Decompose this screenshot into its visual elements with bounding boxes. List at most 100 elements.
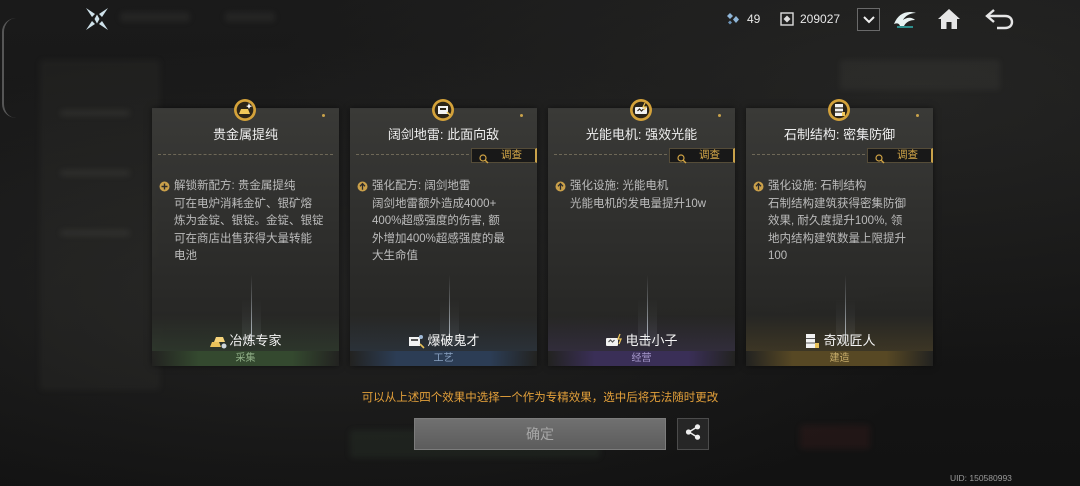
card-title: 贵金属提纯	[212, 127, 278, 142]
crossed-blades-logo-icon[interactable]	[85, 7, 109, 31]
background-blur-panel	[60, 110, 130, 116]
wave-emblem-icon[interactable]	[892, 8, 918, 30]
card-corner-dot	[916, 114, 919, 117]
card-corner-dot	[322, 114, 325, 117]
background-blur-panel	[840, 60, 1000, 90]
user-id-label: UID: 150580993	[950, 473, 1012, 483]
light-beam	[647, 275, 648, 341]
background-blur-panel	[120, 12, 190, 22]
talent-name: 电击小子	[625, 333, 678, 348]
background-blur-panel	[800, 425, 870, 449]
talent-title: 冶炼专家	[152, 333, 339, 349]
background-blur-panel	[225, 12, 275, 22]
category-strip: 工艺	[350, 351, 537, 366]
builder-icon	[803, 333, 821, 349]
effect-header: 强化配方: 阔剑地雷	[372, 180, 471, 192]
electric-icon	[605, 333, 623, 349]
category-strip: 经营	[548, 351, 735, 366]
effect-description: 解锁新配方: 贵金属提纯 可在电炉消耗金矿、银矿熔 炼为金锭、银锭。金锭、银锭 …	[152, 178, 339, 266]
card-title: 石制结构: 密集防御	[783, 127, 896, 142]
effect-line: 石制结构建筑获得密集防御	[768, 197, 906, 210]
card-corner-dot	[718, 114, 721, 117]
effect-line: 100	[768, 250, 788, 262]
effect-header: 强化设施: 石制结构	[768, 180, 867, 192]
effect-description: 强化设施: 石制结构 石制结构建筑获得密集防御 效果, 耐久度提升100%, 领…	[746, 178, 933, 266]
crystal-cluster-icon	[726, 12, 740, 26]
background-blur-panel	[60, 230, 130, 236]
crystal-count: 49	[747, 12, 761, 26]
cube-token-icon	[780, 12, 794, 26]
investigate-button[interactable]: 调查	[471, 148, 537, 163]
resource-dropdown-button[interactable]	[857, 8, 880, 31]
card-divider	[752, 154, 865, 155]
effect-description: 强化配方: 阔剑地雷 阔剑地雷额外造成4000+ 400%超感强度的伤害, 额 …	[350, 178, 537, 266]
effect-line: 可在电炉消耗金矿、银矿熔	[174, 197, 312, 210]
investigate-button[interactable]: 调查	[867, 148, 933, 163]
card-title: 阔剑地雷: 此面向敌	[387, 127, 500, 142]
upgrade-arrow-icon	[753, 181, 764, 192]
card-divider	[356, 154, 469, 155]
light-beam	[251, 275, 252, 341]
unlock-plus-icon	[159, 181, 170, 192]
effect-line: 大生命值	[372, 250, 418, 262]
category-label: 建造	[829, 353, 850, 364]
gold-ingot-badge-icon	[233, 98, 257, 122]
card-divider	[158, 154, 333, 155]
share-icon	[684, 423, 702, 446]
effect-line: 400%超感强度的伤害, 额	[372, 215, 500, 227]
share-button[interactable]	[677, 418, 709, 450]
search-icon	[479, 151, 489, 163]
talent-name: 冶炼专家	[229, 333, 282, 348]
talent-title: 电击小子	[548, 333, 735, 349]
effect-line: 阔剑地雷额外造成4000+	[372, 197, 497, 210]
demolition-icon	[407, 333, 426, 349]
talent-title: 奇观匠人	[746, 333, 933, 349]
home-icon[interactable]	[937, 8, 961, 30]
category-label: 经营	[631, 353, 652, 364]
category-label: 工艺	[433, 353, 454, 364]
investigate-button[interactable]: 调查	[669, 148, 735, 163]
effect-header: 解锁新配方: 贵金属提纯	[174, 180, 296, 192]
search-icon	[677, 151, 687, 163]
effect-line: 地内结构建筑数量上限提升	[768, 232, 906, 245]
category-strip: 采集	[152, 351, 339, 366]
upgrade-arrow-icon	[357, 181, 368, 192]
category-strip: 建造	[746, 351, 933, 366]
motor-badge-icon	[629, 98, 653, 122]
talent-name: 爆破鬼才	[427, 333, 480, 348]
card-title: 光能电机: 强效光能	[585, 127, 698, 142]
effect-line: 效果, 耐久度提升100%, 领	[768, 215, 903, 227]
back-arrow-icon[interactable]	[985, 8, 1015, 30]
token-count: 209027	[800, 12, 841, 26]
light-beam	[449, 275, 450, 341]
specialization-card[interactable]: 阔剑地雷: 此面向敌 调查 强化配方: 阔剑地雷 阔剑地雷额外造成4000+ 4…	[350, 99, 537, 366]
category-label: 采集	[235, 353, 256, 364]
specialization-card[interactable]: 光能电机: 强效光能 调查 强化设施: 光能电机 光能电机的发电量提升10w 电…	[548, 99, 735, 366]
mine-box-badge-icon	[431, 98, 455, 122]
effect-header: 强化设施: 光能电机	[570, 180, 669, 192]
card-corner-dot	[520, 114, 523, 117]
stone-structure-badge-icon	[827, 98, 851, 122]
investigate-label: 调查	[699, 149, 720, 161]
smelting-icon	[209, 333, 227, 349]
effect-line: 炼为金锭、银锭。金锭、银锭	[174, 215, 324, 227]
confirm-button[interactable]: 确定	[414, 418, 666, 450]
effect-line: 可在商店出售获得大量转能	[174, 232, 312, 245]
effect-line: 电池	[174, 250, 197, 262]
specialization-card[interactable]: 贵金属提纯 解锁新配方: 贵金属提纯 可在电炉消耗金矿、银矿熔 炼为金锭、银锭。…	[152, 99, 339, 366]
background-edge-arc	[2, 18, 18, 118]
talent-title: 爆破鬼才	[350, 333, 537, 349]
light-beam	[845, 275, 846, 341]
specialization-card[interactable]: 石制结构: 密集防御 调查 强化设施: 石制结构 石制结构建筑获得密集防御 效果…	[746, 99, 933, 366]
effect-line: 光能电机的发电量提升10w	[570, 197, 707, 210]
chevron-down-icon	[862, 11, 875, 29]
talent-name: 奇观匠人	[823, 333, 876, 348]
investigate-label: 调查	[897, 149, 918, 161]
background-blur-panel	[60, 170, 130, 176]
selection-notice: 可以从上述四个效果中选择一个作为专精效果，选中后将无法随时更改	[361, 392, 719, 404]
card-divider	[554, 154, 667, 155]
upgrade-arrow-icon	[555, 181, 566, 192]
effect-line: 外增加400%超感强度的最	[372, 232, 505, 245]
search-icon	[875, 151, 885, 163]
effect-description: 强化设施: 光能电机 光能电机的发电量提升10w	[548, 178, 735, 213]
